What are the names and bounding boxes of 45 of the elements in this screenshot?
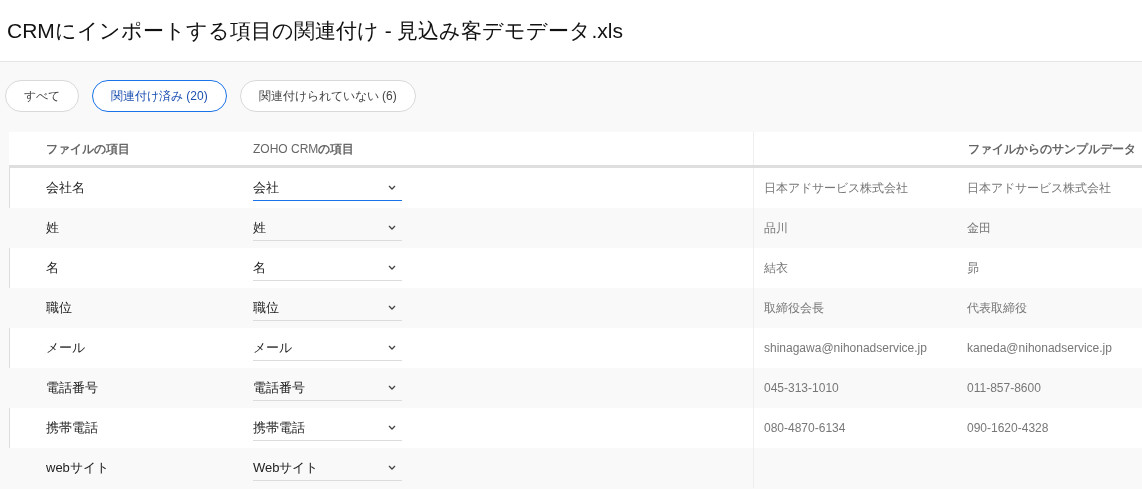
filter-tab[interactable]: 関連付けられていない (6)	[239, 80, 416, 112]
field-name: メール	[46, 340, 85, 356]
sample-value: 日本アドサービス株式会社	[764, 181, 908, 196]
field-name: 名	[46, 260, 59, 276]
sample-value: 045-313-1010	[764, 381, 839, 396]
column-header: ファイルの項目	[46, 141, 130, 156]
field-select[interactable]: 職位	[253, 295, 402, 321]
sample-value: 結衣	[764, 261, 788, 276]
filter-tab[interactable]: 関連付け済み (20)	[92, 80, 227, 112]
field-name: webサイト	[46, 460, 109, 476]
field-select[interactable]: Webサイト	[253, 455, 402, 481]
sample-value: 日本アドサービス株式会社	[967, 181, 1111, 196]
page-title: CRMにインポートする項目の関連付け - 見込み客デモデータ.xls	[7, 17, 623, 44]
field-name: 姓	[46, 220, 59, 236]
sample-value: 090-1620-4328	[967, 421, 1049, 436]
field-select[interactable]: 携帯電話	[253, 415, 402, 441]
field-name: 会社名	[46, 180, 85, 196]
filter-tab[interactable]: すべて	[5, 80, 79, 112]
sample-value: 昴	[967, 261, 979, 276]
sample-value: 代表取締役	[967, 301, 1027, 316]
sample-value: kaneda@nihonadservice.jp	[967, 341, 1112, 356]
sample-value: shinagawa@nihonadservice.jp	[764, 341, 927, 356]
sample-value: 品川	[764, 221, 788, 236]
sample-value: 金田	[967, 221, 991, 236]
field-name: 電話番号	[46, 380, 98, 396]
chevron-down-icon	[388, 305, 396, 310]
chevron-down-icon	[388, 425, 396, 430]
field-select[interactable]: 電話番号	[253, 375, 402, 401]
sample-value: 011-857-8600	[967, 381, 1041, 396]
sample-value: 080-4870-6134	[764, 421, 846, 436]
chevron-down-icon	[388, 185, 396, 190]
chevron-down-icon	[388, 225, 396, 230]
column-header: ファイルからのサンプルデータ	[968, 140, 1136, 158]
chevron-down-icon	[388, 465, 396, 470]
field-name: 携帯電話	[46, 420, 98, 436]
field-select[interactable]: 会社	[253, 175, 402, 201]
field-select[interactable]: 姓	[253, 215, 402, 241]
sample-value: 取締役会長	[764, 301, 824, 316]
column-header: ZOHO CRMの項目	[253, 140, 355, 158]
field-select[interactable]: メール	[253, 335, 402, 361]
field-name: 職位	[46, 300, 72, 316]
field-select[interactable]: 名	[253, 255, 402, 281]
chevron-down-icon	[388, 265, 396, 270]
chevron-down-icon	[388, 385, 396, 390]
chevron-down-icon	[388, 345, 396, 350]
